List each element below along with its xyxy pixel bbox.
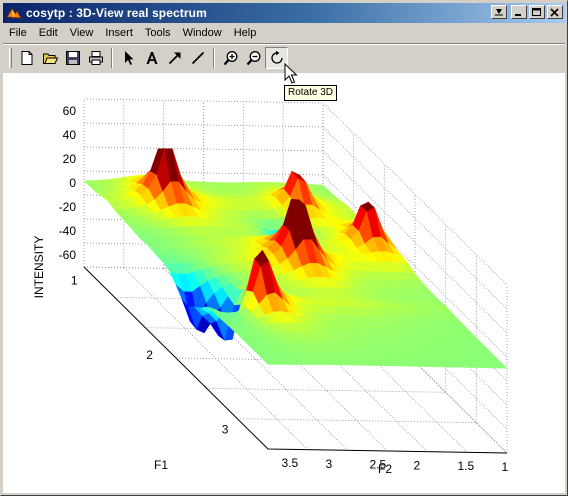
grid-line bbox=[206, 387, 446, 393]
minimize-icon[interactable] bbox=[511, 5, 527, 19]
toolbar-separator bbox=[213, 48, 215, 68]
dock-icon[interactable] bbox=[491, 5, 507, 19]
f1-tick-label: 1 bbox=[71, 273, 78, 287]
f2-tick-label: 1.5 bbox=[457, 459, 474, 473]
pointer-arrow-icon bbox=[124, 51, 133, 65]
pointer-cursor-icon bbox=[284, 63, 298, 84]
edit-plot-button[interactable] bbox=[117, 47, 140, 69]
toolbar-separator bbox=[111, 48, 113, 68]
f1-tick-label: 2 bbox=[146, 348, 153, 362]
f2-tick-label: 3.5 bbox=[282, 456, 299, 470]
maximize-icon[interactable] bbox=[529, 5, 545, 19]
insert-text-button[interactable] bbox=[140, 47, 163, 69]
surface-mesh bbox=[83, 148, 508, 369]
menu-edit[interactable]: Edit bbox=[33, 24, 64, 42]
title-bar[interactable]: cosytp : 3D-View real spectrum bbox=[3, 3, 565, 23]
save-button[interactable] bbox=[61, 47, 84, 69]
menu-file[interactable]: File bbox=[3, 24, 33, 42]
z-tick-label: 60 bbox=[63, 104, 77, 118]
arrow-icon bbox=[168, 52, 180, 65]
menu-tools[interactable]: Tools bbox=[139, 24, 177, 42]
insert-arrow-button[interactable] bbox=[163, 47, 186, 69]
print-button[interactable] bbox=[84, 47, 107, 69]
open-file-button[interactable] bbox=[38, 47, 61, 69]
f2-axis-label: F2 bbox=[378, 462, 392, 476]
menu-bar: File Edit View Insert Tools Window Help bbox=[3, 24, 565, 42]
line-icon bbox=[191, 51, 204, 65]
menu-window[interactable]: Window bbox=[177, 24, 228, 42]
text-a-icon bbox=[146, 52, 157, 64]
grid-line bbox=[237, 418, 477, 424]
zoom-out-button[interactable] bbox=[242, 47, 265, 69]
tooltip: Rotate 3D bbox=[284, 85, 338, 101]
toolbar-grip[interactable] bbox=[9, 48, 12, 68]
save-icon bbox=[65, 51, 80, 65]
window-title: cosytp : 3D-View real spectrum bbox=[26, 6, 207, 20]
matlab-icon bbox=[6, 8, 22, 19]
plot-canvas[interactable]: 60 40 20 0 -20 -40 -60 1 2 3 1 1.5 2 2.5 3 3.5 INTENSITY… bbox=[3, 73, 565, 493]
z-tick-label: 0 bbox=[69, 176, 76, 190]
new-file-icon bbox=[21, 51, 32, 65]
new-figure-button[interactable] bbox=[15, 47, 38, 69]
z-tick-label: 40 bbox=[63, 128, 77, 142]
open-folder-icon bbox=[42, 53, 58, 64]
z-tick-label: 20 bbox=[63, 152, 77, 166]
menu-view[interactable]: View bbox=[64, 24, 100, 42]
z-tick-label: -40 bbox=[59, 224, 77, 238]
f2-tick-label: 2 bbox=[413, 458, 420, 472]
close-icon[interactable] bbox=[547, 5, 563, 19]
insert-line-button[interactable] bbox=[186, 47, 209, 69]
figure-window: cosytp : 3D-View real spectrum File Edit… bbox=[0, 0, 568, 496]
f1-tick-label: 3 bbox=[222, 423, 229, 437]
f2-tick-label: 1 bbox=[501, 460, 508, 474]
zoom-in-button[interactable] bbox=[219, 47, 242, 69]
f2-tick-label: 3 bbox=[326, 457, 333, 471]
z-tick-label: -20 bbox=[59, 200, 77, 214]
menu-help[interactable]: Help bbox=[228, 24, 263, 42]
z-axis-label: INTENSITY bbox=[32, 236, 46, 299]
menu-insert[interactable]: Insert bbox=[99, 24, 139, 42]
zoom-out-icon bbox=[246, 51, 260, 66]
surface-plot-3d[interactable]: 6040200-20-40-6012311.522.533.5INTENSITY… bbox=[3, 73, 565, 493]
print-icon bbox=[88, 51, 103, 65]
zoom-in-icon bbox=[223, 51, 237, 66]
f1-axis-label: F1 bbox=[154, 458, 168, 472]
z-tick-label: -60 bbox=[59, 248, 77, 262]
rotate-3d-icon bbox=[270, 50, 283, 64]
